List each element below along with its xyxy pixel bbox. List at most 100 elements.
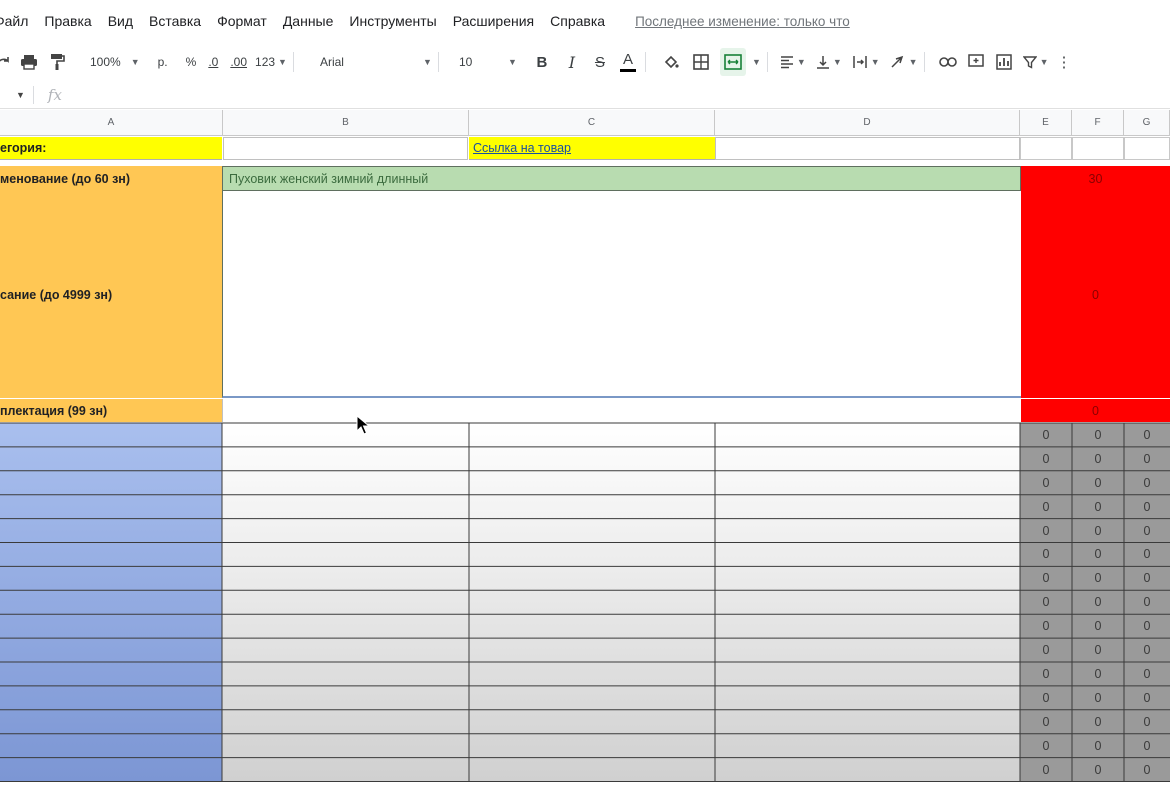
link-icon[interactable] <box>937 48 959 76</box>
chevron-down-icon[interactable]: ▼ <box>752 57 761 67</box>
decrease-decimal-button[interactable]: .0 <box>208 48 218 76</box>
counter-cell[interactable]: 0 <box>1124 543 1170 567</box>
menu-data[interactable]: Данные <box>283 13 342 29</box>
column-header-b[interactable]: B <box>223 110 469 136</box>
bold-icon[interactable]: B <box>531 48 553 76</box>
redo-icon[interactable] <box>0 48 12 76</box>
percent-button[interactable]: % <box>186 48 197 76</box>
counter-cell[interactable]: 0 <box>1020 758 1072 782</box>
cell-d1[interactable] <box>715 137 1020 160</box>
counter-cell[interactable]: 0 <box>1124 758 1170 782</box>
counter-cell[interactable]: 0 <box>1072 566 1124 590</box>
counter-cell[interactable]: 0 <box>1072 471 1124 495</box>
formula-input[interactable] <box>62 82 1170 108</box>
cell-package-input[interactable] <box>222 399 1021 422</box>
counter-cell[interactable]: 0 <box>1124 495 1170 519</box>
more-options-icon[interactable]: ⋮ <box>1057 48 1072 76</box>
horizontal-align-icon[interactable]: ▼ <box>780 48 806 76</box>
font-select[interactable]: Arial ▼ <box>320 48 432 76</box>
counter-cell[interactable]: 0 <box>1124 519 1170 543</box>
counter-cell[interactable]: 0 <box>1124 638 1170 662</box>
merge-cells-icon[interactable] <box>719 48 746 76</box>
borders-icon[interactable] <box>690 48 712 76</box>
counter-cell[interactable]: 0 <box>1072 495 1124 519</box>
increase-decimal-button[interactable]: .00 <box>230 48 247 76</box>
counter-cell[interactable]: 0 <box>1020 590 1072 614</box>
menu-format[interactable]: Формат <box>217 13 275 29</box>
counter-cell[interactable]: 0 <box>1020 519 1072 543</box>
cell-product-name[interactable]: Пуховик женский зимний длинный <box>222 166 1021 191</box>
font-size-select[interactable]: 10 ▼ <box>459 48 517 76</box>
counter-cell[interactable]: 0 <box>1020 447 1072 471</box>
filter-icon[interactable]: ▼ <box>1022 48 1049 76</box>
column-header-c[interactable]: C <box>469 110 715 136</box>
text-rotation-icon[interactable]: ▼ <box>890 48 918 76</box>
chart-icon[interactable] <box>993 48 1015 76</box>
cell-description-label[interactable]: сание (до 4999 зн) <box>0 191 222 398</box>
counter-cell[interactable]: 0 <box>1020 614 1072 638</box>
cell-description-input[interactable] <box>222 191 1021 398</box>
counter-cell[interactable]: 0 <box>1020 734 1072 758</box>
cell-g1[interactable] <box>1124 137 1170 160</box>
currency-button[interactable]: р. <box>158 48 168 76</box>
menu-edit[interactable]: Правка <box>44 13 99 29</box>
cell-e1[interactable] <box>1020 137 1072 160</box>
counter-cell[interactable]: 0 <box>1072 519 1124 543</box>
last-edit-link[interactable]: Последнее изменение: только что <box>635 14 850 29</box>
menu-view[interactable]: Вид <box>108 13 141 29</box>
counter-cell[interactable]: 0 <box>1072 686 1124 710</box>
counter-cell[interactable]: 0 <box>1020 662 1072 686</box>
text-wrap-icon[interactable]: ▼ <box>852 48 880 76</box>
italic-icon[interactable]: I <box>561 48 583 76</box>
cell-name-count[interactable]: 30 <box>1021 166 1170 191</box>
column-header-g[interactable]: G <box>1124 110 1170 136</box>
counter-cell[interactable]: 0 <box>1072 614 1124 638</box>
counter-cell[interactable]: 0 <box>1072 758 1124 782</box>
counter-cell[interactable]: 0 <box>1072 590 1124 614</box>
counter-cell[interactable]: 0 <box>1124 614 1170 638</box>
counter-cell[interactable]: 0 <box>1020 423 1072 447</box>
counter-cell[interactable]: 0 <box>1124 710 1170 734</box>
comment-icon[interactable] <box>965 48 987 76</box>
cell-package-count[interactable]: 0 <box>1021 399 1170 422</box>
column-header-f[interactable]: F <box>1072 110 1124 136</box>
cell-package-label[interactable]: плектация (99 зн) <box>0 399 222 422</box>
zoom-select[interactable]: 100% ▼ <box>90 48 140 76</box>
menu-tools[interactable]: Инструменты <box>349 13 444 29</box>
counter-cell[interactable]: 0 <box>1072 638 1124 662</box>
cell-b1[interactable] <box>223 137 468 160</box>
print-icon[interactable] <box>18 48 40 76</box>
counter-cell[interactable]: 0 <box>1124 686 1170 710</box>
name-box-dropdown[interactable]: ▼ <box>16 90 25 100</box>
text-color-icon[interactable]: A <box>617 48 639 76</box>
column-header-d[interactable]: D <box>715 110 1020 136</box>
counter-cell[interactable]: 0 <box>1072 662 1124 686</box>
menu-insert[interactable]: Вставка <box>149 13 209 29</box>
counter-cell[interactable]: 0 <box>1020 543 1072 567</box>
cell-description-count[interactable]: 0 <box>1021 191 1170 398</box>
counter-cell[interactable]: 0 <box>1072 734 1124 758</box>
menu-help[interactable]: Справка <box>550 13 613 29</box>
cell-f1[interactable] <box>1072 137 1124 160</box>
counter-cell[interactable]: 0 <box>1020 638 1072 662</box>
counter-cell[interactable]: 0 <box>1020 710 1072 734</box>
counter-cell[interactable]: 0 <box>1072 423 1124 447</box>
fill-color-icon[interactable] <box>660 48 682 76</box>
counter-cell[interactable]: 0 <box>1072 543 1124 567</box>
column-header-e[interactable]: E <box>1020 110 1072 136</box>
cell-category-label[interactable]: егория: <box>0 137 222 160</box>
counter-cell[interactable]: 0 <box>1124 662 1170 686</box>
paint-format-icon[interactable] <box>46 48 68 76</box>
vertical-align-icon[interactable]: ▼ <box>816 48 842 76</box>
counter-cell[interactable]: 0 <box>1020 566 1072 590</box>
menu-file[interactable]: Файл <box>0 13 36 29</box>
counter-cell[interactable]: 0 <box>1072 710 1124 734</box>
counter-cell[interactable]: 0 <box>1020 495 1072 519</box>
counter-cell[interactable]: 0 <box>1124 471 1170 495</box>
strikethrough-icon[interactable]: S <box>589 48 611 76</box>
counter-cell[interactable]: 0 <box>1124 566 1170 590</box>
cell-name-label[interactable]: менование (до 60 зн) <box>0 166 222 191</box>
more-formats-select[interactable]: 123 ▼ <box>255 48 287 76</box>
counter-cell[interactable]: 0 <box>1124 423 1170 447</box>
counter-cell[interactable]: 0 <box>1020 686 1072 710</box>
